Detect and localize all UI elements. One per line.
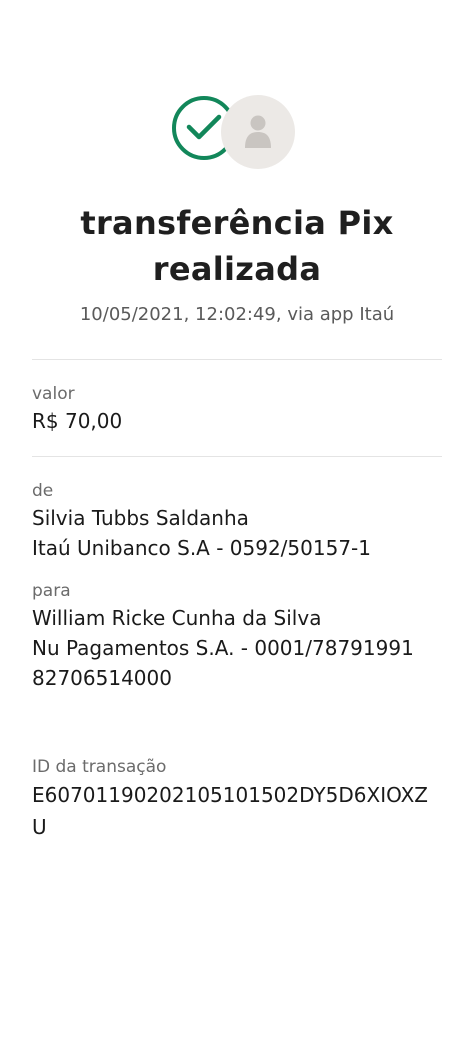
status-header	[0, 0, 474, 170]
sender-section: de Silvia Tubbs Saldanha Itaú Unibanco S…	[0, 457, 474, 563]
transaction-id-value: E60701190202105101502DY5D6XIOXZU	[32, 783, 428, 839]
amount-label: valor	[32, 384, 75, 404]
recipient-section: para William Ricke Cunha da Silva Nu Pag…	[0, 563, 474, 693]
page-title: transferência Pix realizada	[0, 200, 474, 292]
user-avatar-icon	[221, 95, 295, 169]
amount-section: valor R$ 70,00	[0, 360, 474, 456]
transfer-datetime: 10/05/2021, 12:02:49, via app Itaú	[79, 304, 395, 325]
title-line-2: realizada	[152, 250, 322, 288]
sender-bank: Itaú Unibanco S.A - 0592/50157-1	[32, 536, 371, 560]
recipient-name: William Ricke Cunha da Silva	[32, 606, 322, 630]
recipient-bank-line-2: 82706514000	[32, 666, 172, 690]
sender-label: de	[32, 481, 54, 501]
transaction-id-label: ID da transação	[32, 757, 167, 777]
recipient-label: para	[32, 581, 71, 601]
sender-name: Silvia Tubbs Saldanha	[32, 506, 249, 530]
recipient-bank-line-1: Nu Pagamentos S.A. - 0001/78791991	[32, 636, 414, 660]
amount-value: R$ 70,00	[32, 409, 123, 433]
transaction-id-section: ID da transação E60701190202105101502DY5…	[0, 693, 474, 843]
title-line-1: transferência Pix	[80, 204, 394, 242]
